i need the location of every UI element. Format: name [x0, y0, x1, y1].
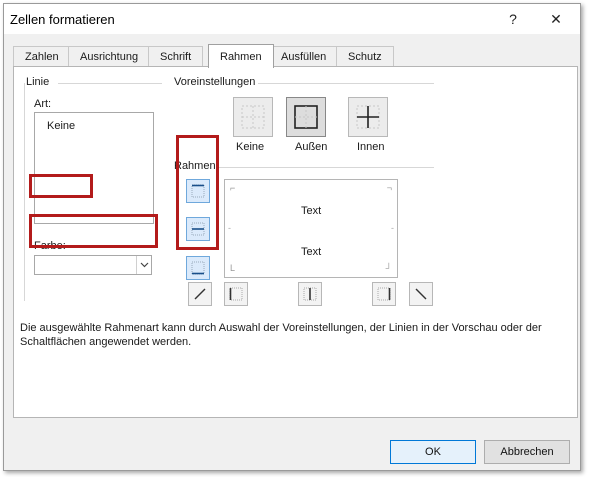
corner-mark: ┘: [385, 263, 392, 273]
hint-text: Die ausgewählte Rahmenart kann durch Aus…: [20, 322, 542, 348]
cross-mark: -: [391, 223, 394, 233]
format-cells-dialog: Zellen formatieren ? ✕ Zahlen Ausrichtun…: [3, 3, 581, 471]
preset-none-label: Keine: [236, 141, 265, 153]
border-left-icon: [229, 287, 243, 301]
preset-none-button[interactable]: [233, 97, 273, 137]
tab-zahlen[interactable]: Zahlen: [13, 46, 71, 67]
tab-ausrichtung[interactable]: Ausrichtung: [68, 46, 151, 67]
preset-inside-label: Innen: [357, 141, 385, 153]
border-inner-vertical-button[interactable]: [298, 282, 322, 306]
tab-rahmen[interactable]: Rahmen: [208, 44, 274, 68]
preset-inside-button[interactable]: [348, 97, 388, 137]
border-inner-vertical-icon: [303, 287, 317, 301]
line-color-select[interactable]: [34, 255, 152, 275]
border-right-icon: [377, 287, 391, 301]
title-bar: Zellen formatieren ? ✕: [4, 4, 580, 34]
line-style-none[interactable]: Keine: [47, 120, 75, 132]
dialog-title: Zellen formatieren: [10, 12, 115, 27]
help-button[interactable]: ?: [498, 8, 528, 30]
corner-mark: ¬: [386, 183, 392, 193]
preset-outline-button[interactable]: [286, 97, 326, 137]
diagonal-up-icon: [194, 288, 206, 300]
border-bottom-icon: [191, 261, 205, 275]
border-preview[interactable]: ⌐ ¬ Text - - Text L ┘: [224, 179, 398, 278]
tab-ausfuellen[interactable]: Ausfüllen: [269, 46, 339, 67]
preset-inside-icon: [356, 105, 380, 129]
line-group-border: [24, 83, 25, 301]
highlight-box: [29, 174, 93, 198]
border-top-button[interactable]: [186, 179, 210, 203]
border-inner-horizontal-button[interactable]: [186, 217, 210, 241]
border-top-icon: [191, 184, 205, 198]
chevron-down-icon[interactable]: [136, 256, 151, 274]
preview-text-bottom: Text: [301, 246, 322, 258]
cancel-button[interactable]: Abbrechen: [484, 440, 570, 464]
corner-mark: L: [230, 263, 236, 273]
close-button[interactable]: ✕: [541, 8, 571, 30]
line-style-list[interactable]: Keine: [34, 112, 154, 224]
presets-group-label: Voreinstellungen: [174, 76, 256, 88]
tab-schrift[interactable]: Schrift: [148, 46, 204, 67]
tab-panel-rahmen: Linie Art: Keine Farbe: Voreinstellungen: [13, 66, 578, 418]
highlight-box: [29, 214, 158, 248]
preset-outline-label: Außen: [295, 141, 328, 153]
border-bottom-button[interactable]: [186, 256, 210, 280]
tab-schutz[interactable]: Schutz: [336, 46, 394, 67]
border-group-divider: [216, 167, 434, 168]
preset-outline-icon: [294, 105, 318, 129]
line-style-label: Art:: [34, 98, 52, 110]
corner-mark: ⌐: [230, 183, 236, 193]
ok-button[interactable]: OK: [390, 440, 476, 464]
border-left-button[interactable]: [224, 282, 248, 306]
border-inner-horizontal-icon: [191, 222, 205, 236]
preset-none-icon: [241, 105, 265, 129]
preview-text-top: Text: [301, 205, 322, 217]
border-diagonal-down-button[interactable]: [409, 282, 433, 306]
border-diagonal-up-button[interactable]: [188, 282, 212, 306]
diagonal-down-icon: [415, 288, 427, 300]
line-group-divider: [58, 83, 162, 84]
presets-divider: [258, 83, 434, 84]
cross-mark: -: [228, 223, 231, 233]
line-group-label: Linie: [26, 76, 50, 88]
border-right-button[interactable]: [372, 282, 396, 306]
